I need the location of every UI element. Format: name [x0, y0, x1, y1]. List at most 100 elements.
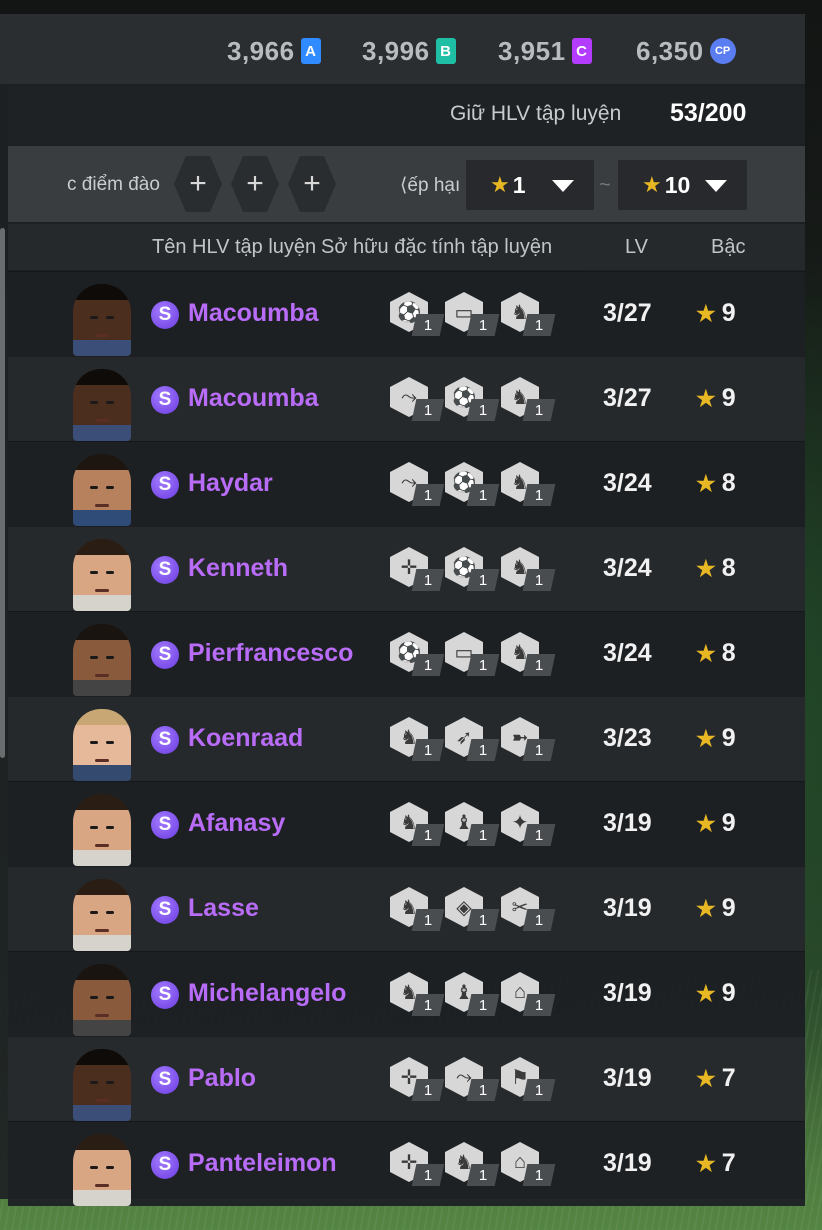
trait-slot[interactable]: ⚽ 1	[445, 547, 500, 593]
coach-level: 3/24	[603, 554, 652, 582]
coach-avatar	[73, 369, 131, 441]
column-lv[interactable]: LV	[625, 236, 648, 259]
trait-level: 1	[423, 996, 433, 1014]
coach-grade: ★ 9	[696, 979, 736, 1008]
trait-level-badge: 1	[411, 569, 445, 591]
trait-slot[interactable]: ♞ 1	[501, 462, 556, 508]
trait-level-badge: 1	[522, 909, 556, 931]
trait-level: 1	[478, 741, 488, 759]
coach-avatar	[73, 794, 131, 866]
trait-level-badge: 1	[522, 569, 556, 591]
currency-cp: 6,350 CP	[636, 36, 736, 66]
trait-slot[interactable]: ♞ 1	[501, 377, 556, 423]
trait-slot[interactable]: ♞ 1	[390, 802, 445, 848]
trait-level: 1	[478, 911, 488, 929]
trait-slot[interactable]: ♝ 1	[445, 802, 500, 848]
chevron-down-icon	[552, 180, 574, 192]
trait-slot[interactable]: ⌂ 1	[501, 972, 556, 1018]
currency-c-value: 3,951	[498, 35, 566, 66]
grade-value: 9	[721, 979, 736, 1007]
currency-c: 3,951 C	[498, 36, 592, 66]
coach-row[interactable]: S Haydar ⤳ 1 ⚽ 1 ♞ 1 3/24 ★ 8	[8, 441, 805, 526]
coach-avatar	[73, 624, 131, 696]
star-icon: ★	[490, 172, 510, 197]
trait-slot[interactable]: ⚽ 1	[445, 462, 500, 508]
coach-level: 3/24	[603, 469, 652, 497]
trait-level-badge: 1	[522, 994, 556, 1016]
coach-avatar	[73, 964, 131, 1036]
coin-c-icon: C	[571, 38, 592, 64]
trait-level: 1	[534, 741, 544, 759]
trait-slot[interactable]: ⚑ 1	[501, 1057, 556, 1103]
tier-s-icon: S	[151, 1066, 179, 1094]
scrollbar[interactable]	[0, 228, 5, 758]
trait-slot[interactable]: ♞ 1	[390, 972, 445, 1018]
coach-name: Pablo	[188, 1064, 257, 1092]
coach-grade: ★ 9	[696, 894, 736, 923]
trait-slot[interactable]: ♞ 1	[501, 292, 556, 338]
coach-row[interactable]: S Panteleimon ✛ 1 ♞ 1 ⌂ 1 3/19 ★ 7	[8, 1121, 805, 1206]
column-grade[interactable]: Bậc	[711, 236, 745, 259]
tier-s-icon: S	[151, 726, 179, 754]
coach-row[interactable]: S Macoumba ⚽ 1 ▭ 1 ♞ 1 3/27 ★ 9	[8, 271, 805, 356]
tier-s-icon: S	[151, 981, 179, 1009]
cp-coin-icon: CP	[709, 38, 736, 64]
tier-s-icon: S	[151, 471, 179, 499]
trait-slot[interactable]: ✛ 1	[390, 1057, 445, 1103]
trait-slot[interactable]: ⤳ 1	[390, 462, 445, 508]
grade-value: 8	[721, 639, 736, 667]
trait-slot[interactable]: ▭ 1	[445, 292, 500, 338]
trait-level: 1	[534, 1081, 544, 1099]
trait-slot[interactable]: ♞ 1	[390, 887, 445, 933]
currency-a-value: 3,966	[227, 35, 295, 66]
coach-name: Pierfrancesco	[188, 639, 354, 667]
coach-row[interactable]: S Pierfrancesco ⚽ 1 ▭ 1 ♞ 1 3/24 ★ 8	[8, 611, 805, 696]
coach-row[interactable]: S Afanasy ♞ 1 ♝ 1 ✦ 1 3/19 ★ 9	[8, 781, 805, 866]
coach-grade: ★ 9	[696, 724, 736, 753]
coach-row[interactable]: S Kenneth ✛ 1 ⚽ 1 ♞ 1 3/24 ★ 8	[8, 526, 805, 611]
trait-slot[interactable]: ♞ 1	[390, 717, 445, 763]
trait-slot[interactable]: ◈ 1	[445, 887, 500, 933]
coach-grade: ★ 9	[696, 299, 736, 328]
trait-slot[interactable]: ➼ 1	[501, 717, 556, 763]
trait-slot[interactable]: ♞ 1	[501, 632, 556, 678]
trait-slot[interactable]: ✦ 1	[501, 802, 556, 848]
grade-value: 7	[721, 1064, 736, 1092]
trait-slot[interactable]: ✂ 1	[501, 887, 556, 933]
tier-s-icon: S	[151, 301, 179, 329]
trait-slot[interactable]: ⤳ 1	[445, 1057, 500, 1103]
trait-slot[interactable]: ♞ 1	[501, 547, 556, 593]
trait-level: 1	[478, 996, 488, 1014]
tier-s-icon: S	[151, 896, 179, 924]
column-coach-name[interactable]: Tên HLV tập luyện	[152, 236, 316, 259]
trait-level: 1	[534, 911, 544, 929]
coach-grade: ★ 9	[696, 384, 736, 413]
coach-row[interactable]: S Macoumba ⤳ 1 ⚽ 1 ♞ 1 3/27 ★ 9	[8, 356, 805, 441]
trait-slot[interactable]: ⚽ 1	[390, 632, 445, 678]
trait-slot[interactable]: ⌂ 1	[501, 1142, 556, 1188]
trait-slot[interactable]: ▭ 1	[445, 632, 500, 678]
coach-row[interactable]: S Koenraad ♞ 1 ➶ 1 ➼ 1 3/23 ★ 9	[8, 696, 805, 781]
trait-level: 1	[478, 571, 488, 589]
grade-value: 9	[721, 809, 736, 837]
rank-from-dropdown[interactable]: ★ 1	[466, 160, 594, 210]
coach-row[interactable]: S Michelangelo ♞ 1 ♝ 1 ⌂ 1 3/19 ★ 9	[8, 951, 805, 1036]
trait-level: 1	[478, 486, 488, 504]
trait-slot[interactable]: ✛ 1	[390, 1142, 445, 1188]
trait-slot[interactable]: ♝ 1	[445, 972, 500, 1018]
grade-value: 7	[721, 1149, 736, 1177]
trait-level: 1	[534, 571, 544, 589]
grade-value: 9	[721, 724, 736, 752]
trait-slot[interactable]: ⚽ 1	[390, 292, 445, 338]
star-icon: ★	[696, 556, 716, 581]
trait-slot[interactable]: ⤳ 1	[390, 377, 445, 423]
trait-slot[interactable]: ♞ 1	[445, 1142, 500, 1188]
tier-s-icon: S	[151, 556, 179, 584]
trait-slot[interactable]: ✛ 1	[390, 547, 445, 593]
rank-to-dropdown[interactable]: ★ 10	[618, 160, 747, 210]
column-traits[interactable]: Sở hữu đặc tính tập luyện	[321, 236, 552, 259]
coach-row[interactable]: S Pablo ✛ 1 ⤳ 1 ⚑ 1 3/19 ★ 7	[8, 1036, 805, 1121]
trait-slot[interactable]: ➶ 1	[445, 717, 500, 763]
coach-row[interactable]: S Lasse ♞ 1 ◈ 1 ✂ 1 3/19 ★ 9	[8, 866, 805, 951]
trait-slot[interactable]: ⚽ 1	[445, 377, 500, 423]
